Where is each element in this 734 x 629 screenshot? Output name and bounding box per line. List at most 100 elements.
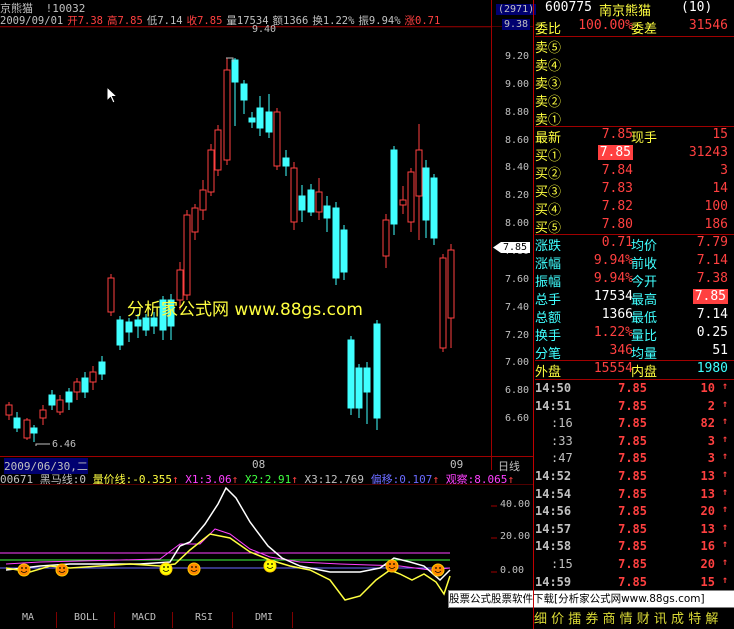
sell-row: 卖④ bbox=[535, 59, 562, 74]
candle-body bbox=[240, 83, 248, 101]
stat-row: 分笔 346 均量 51 bbox=[535, 343, 728, 362]
price-tick-label: 8.80 bbox=[505, 106, 530, 118]
candle-body bbox=[5, 404, 13, 416]
buy-price: 7.85 bbox=[597, 145, 633, 160]
candle-body bbox=[439, 257, 447, 349]
smiley-icon bbox=[17, 563, 31, 577]
sell-row: 卖③ bbox=[535, 77, 562, 92]
smiley-icon bbox=[55, 563, 69, 577]
up-arrow-icon: ↑ bbox=[721, 416, 728, 428]
sell-row: 卖① bbox=[535, 113, 562, 128]
outer-inner-row: 外盘 15554 内盘 1980 bbox=[535, 361, 728, 380]
stat-row: 换手 1.22% 量比 0.25 bbox=[535, 325, 728, 344]
candle-body bbox=[422, 167, 430, 221]
buy-price: 7.84 bbox=[601, 163, 633, 178]
tab-macd[interactable]: MACD bbox=[116, 612, 173, 628]
tab-boll[interactable]: BOLL bbox=[58, 612, 115, 628]
time-end-label: 09 bbox=[450, 458, 464, 471]
tick-row: :15 7.85 20 ↑ bbox=[551, 557, 728, 571]
stock-suffix: (10) bbox=[681, 0, 713, 15]
stat-row: 总额 1366 最低 7.14 bbox=[535, 307, 728, 326]
top-price-label: 9.38 bbox=[502, 19, 531, 30]
up-arrow-icon: ↑ bbox=[721, 433, 728, 445]
candle-body bbox=[98, 361, 106, 375]
tab-rsi[interactable]: RSI bbox=[176, 612, 233, 628]
stat-row: 涨跌 0.71 均价 7.79 bbox=[535, 235, 728, 254]
stock-name-tab[interactable]: 京熊猫 !10032 bbox=[0, 0, 85, 15]
ad-banner[interactable]: 股票公式股票软件下载[分析家公式网www.88gs.com] bbox=[448, 590, 734, 608]
candle-body bbox=[430, 177, 438, 239]
hover-label: (2971) bbox=[496, 4, 537, 15]
tick-row: 14:57 7.85 13 ↑ bbox=[535, 521, 728, 536]
up-arrow-icon: ↑ bbox=[721, 557, 728, 568]
tick-row: :33 7.85 3 ↑ bbox=[551, 433, 728, 448]
indicator-header: 00671 黑马线:0 量价线:-0.355↑ X1:3.06↑ X2:2.91… bbox=[0, 473, 515, 486]
candle-body bbox=[355, 367, 363, 409]
candle-body bbox=[273, 111, 281, 167]
buy-volume: 3 bbox=[720, 163, 728, 178]
buy-row: 买① 7.85 31243 bbox=[535, 145, 728, 164]
stat-row: 总手 17534 最高 7.85 bbox=[535, 289, 728, 308]
ad-text-2: 细 价 擂 券 商 情 财 讯 成 特 解 bbox=[534, 612, 719, 627]
smiley-icon bbox=[431, 563, 445, 577]
stat-row: 振幅 9.94% 今开 7.38 bbox=[535, 271, 728, 290]
quote-title: 600775 南京熊猫 (10) bbox=[535, 0, 731, 19]
black-horse-line bbox=[5, 533, 451, 601]
candle-body bbox=[48, 394, 56, 406]
price-tick-label: 9.20 bbox=[505, 51, 530, 62]
ad-text: 股票公式股票软件下载[分析家公式网www.88gs.com] bbox=[449, 593, 705, 605]
candle-body bbox=[399, 199, 407, 206]
smiley-icon bbox=[385, 559, 399, 573]
wei-bi-row: 委比 100.00% 委差 31546 bbox=[535, 18, 728, 37]
volume-price-line bbox=[5, 486, 451, 582]
candle-body bbox=[290, 167, 298, 223]
candle-body bbox=[13, 417, 21, 429]
buy-row: 买④ 7.82 100 bbox=[535, 199, 728, 218]
sell-row: 卖⑤ bbox=[535, 41, 562, 56]
tick-row: 14:56 7.85 20 ↑ bbox=[535, 504, 728, 519]
tab-dmi[interactable]: DMI bbox=[236, 612, 293, 628]
candle-body bbox=[323, 205, 331, 219]
kline-chart[interactable] bbox=[0, 26, 533, 472]
candle-body bbox=[89, 371, 97, 383]
candle-body bbox=[223, 69, 231, 161]
candle-body bbox=[447, 249, 455, 319]
price-tick-label: 6.80 bbox=[505, 385, 530, 397]
candle-body bbox=[382, 219, 390, 257]
price-tick-label: 7.00 bbox=[505, 357, 530, 369]
latest-row: 最新 7.85 现手 15 bbox=[535, 127, 728, 146]
candle-body bbox=[56, 399, 64, 413]
max-price-annotation: 9.40 bbox=[252, 24, 277, 35]
price-tick-label: 8.40 bbox=[505, 162, 530, 174]
buy-price: 7.80 bbox=[601, 217, 633, 232]
candle-body bbox=[373, 323, 381, 419]
candle-body bbox=[363, 367, 371, 393]
tab-ma[interactable]: MA bbox=[0, 612, 57, 628]
inner-value: 1980 bbox=[696, 361, 728, 376]
latest-value: 7.85 bbox=[601, 127, 633, 142]
wei-bi-value: 100.00% bbox=[578, 18, 633, 33]
up-arrow-icon: ↑ bbox=[721, 539, 728, 551]
price-tick-label: 9.00 bbox=[505, 78, 530, 90]
smiley-icon bbox=[159, 562, 173, 576]
price-tick-label: 7.60 bbox=[505, 273, 530, 285]
tick-row: 14:54 7.85 13 ↑ bbox=[535, 486, 728, 501]
buy-price: 7.82 bbox=[601, 199, 633, 214]
price-tick-label: 8.20 bbox=[505, 190, 530, 202]
tick-row: :16 7.85 82 ↑ bbox=[551, 416, 728, 431]
candle-body bbox=[248, 117, 256, 123]
up-arrow-icon: ↑ bbox=[721, 486, 728, 498]
now-hand-value: 15 bbox=[712, 127, 728, 142]
indicator-axis-label: 20.00 bbox=[500, 531, 531, 542]
candle-body bbox=[207, 149, 215, 193]
smiley-icon bbox=[187, 562, 201, 576]
candle-body bbox=[81, 377, 89, 393]
sell-row: 卖② bbox=[535, 95, 562, 110]
min-pointer bbox=[35, 443, 50, 446]
price-tick-label: 6.60 bbox=[505, 413, 530, 425]
time-axis: 2009/06/30,二 08 09 日线 bbox=[0, 456, 533, 474]
candle-body bbox=[30, 427, 38, 434]
indicator-axis-label: 40.00 bbox=[500, 499, 531, 510]
buy-volume: 14 bbox=[712, 181, 728, 196]
price-tick-label: 7.20 bbox=[505, 329, 530, 341]
